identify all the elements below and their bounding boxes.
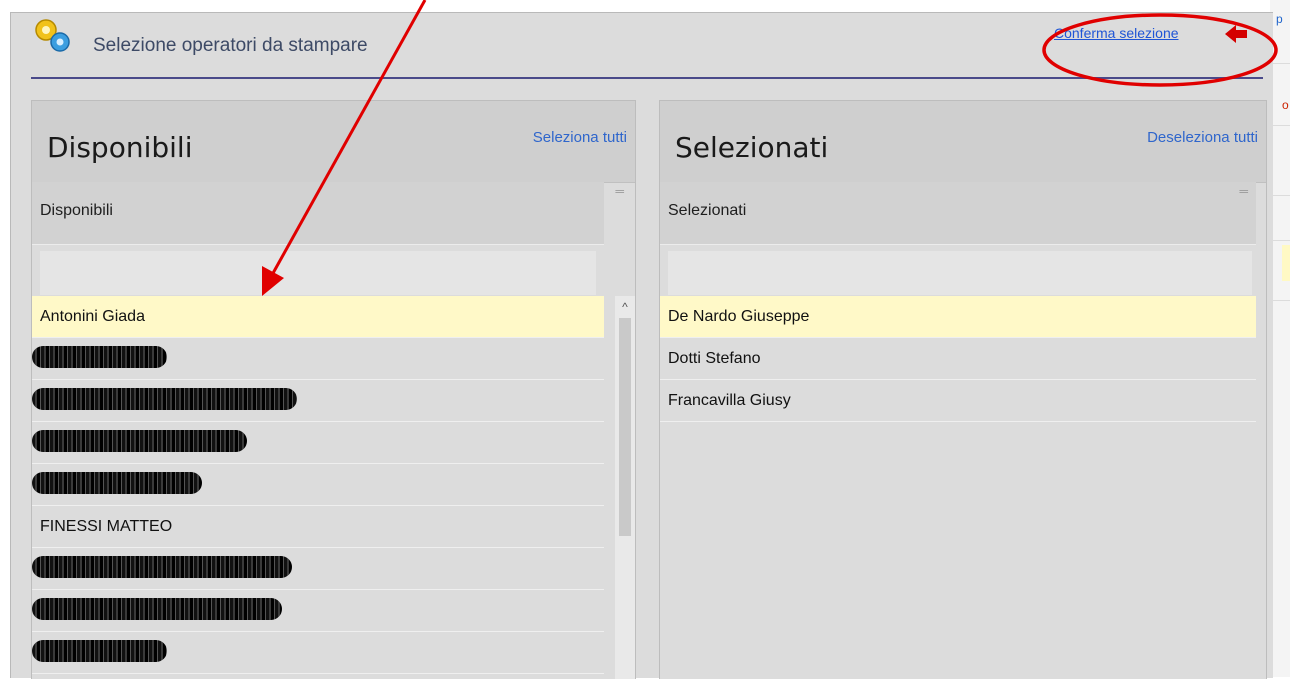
available-list-item[interactable] (32, 548, 604, 590)
background-divider (1270, 240, 1290, 241)
deselect-all-link[interactable]: Deseleziona tutti (1147, 129, 1258, 146)
background-link[interactable]: p (1276, 12, 1283, 26)
redacted-name (32, 388, 297, 410)
background-divider (1270, 300, 1290, 301)
redacted-name (32, 430, 247, 452)
redacted-name (32, 640, 167, 662)
available-panel: Disponibili Seleziona tutti Disponibili … (31, 100, 636, 679)
selected-filter-input[interactable] (668, 251, 1252, 295)
scroll-thumb[interactable] (619, 318, 631, 536)
scroll-up-icon[interactable]: ^ (615, 296, 635, 316)
selected-column-label: Selezionati (668, 202, 747, 219)
selected-panel: Selezionati Deseleziona tutti Selezionat… (659, 100, 1267, 679)
available-list-item[interactable] (32, 464, 604, 506)
available-list-item[interactable] (32, 338, 604, 380)
available-heading: Disponibili (47, 131, 193, 164)
selected-list-item[interactable]: De Nardo Giuseppe (660, 296, 1256, 338)
selected-panel-header: Selezionati Deseleziona tutti (660, 101, 1266, 183)
background-divider (1270, 195, 1290, 196)
available-list-item[interactable] (32, 590, 604, 632)
selected-item-label: Francavilla Giusy (668, 392, 791, 409)
confirm-selection-link[interactable]: Conferma selezione (1054, 25, 1179, 41)
redacted-name (32, 556, 292, 578)
selected-item-label: Dotti Stefano (668, 350, 761, 367)
redacted-name (32, 472, 202, 494)
available-panel-header: Disponibili Seleziona tutti (32, 101, 635, 183)
redacted-name (32, 346, 167, 368)
selected-list-item[interactable]: Dotti Stefano (660, 338, 1256, 380)
column-menu-icon[interactable]: ═ (615, 184, 624, 198)
available-item-label: Antonini Giada (40, 308, 145, 325)
background-divider (1270, 125, 1290, 126)
available-column-header[interactable]: Disponibili ═ (32, 182, 624, 245)
redacted-name (32, 598, 282, 620)
available-item-label: FINESSI MATTEO (40, 518, 173, 535)
operator-selection-dialog: Selezione operatori da stampare Conferma… (10, 12, 1273, 679)
title-divider (31, 77, 1263, 79)
selected-item-label: De Nardo Giuseppe (668, 308, 810, 325)
gears-icon (35, 19, 70, 52)
background-highlight (1282, 245, 1290, 281)
available-list-item[interactable]: FINESSI MATTEO (32, 506, 604, 548)
available-list-scrollbar[interactable]: ^ (615, 296, 635, 679)
column-menu-icon[interactable]: ═ (1239, 184, 1248, 198)
available-list-item[interactable] (32, 380, 604, 422)
available-list-item[interactable]: Antonini Giada (32, 296, 604, 338)
selected-heading: Selezionati (675, 131, 829, 164)
available-list-item[interactable] (32, 632, 604, 674)
dialog-title: Selezione operatori da stampare (93, 35, 368, 56)
selected-column-header[interactable]: Selezionati ═ (660, 182, 1256, 245)
selected-list-item[interactable]: Francavilla Giusy (660, 380, 1256, 422)
background-divider (1270, 63, 1290, 64)
select-all-link[interactable]: Seleziona tutti (533, 129, 627, 146)
available-column-label: Disponibili (40, 202, 113, 219)
available-list-item[interactable] (32, 422, 604, 464)
available-filter-input[interactable] (40, 251, 596, 295)
background-red-text: o (1282, 98, 1289, 112)
confirm-arrow-icon (1225, 25, 1247, 43)
